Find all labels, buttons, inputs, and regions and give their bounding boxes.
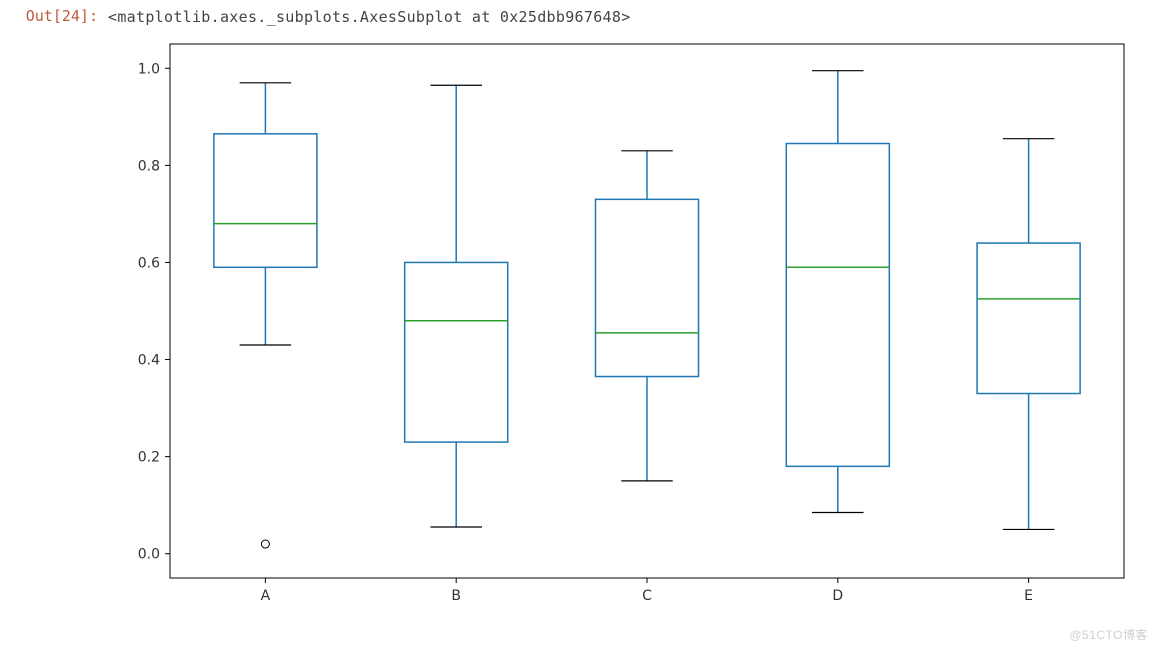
x-tick-label: A: [261, 588, 271, 604]
y-tick-label: 0.2: [138, 450, 160, 466]
box-A: [214, 134, 317, 268]
x-tick-label: C: [642, 588, 652, 604]
y-tick-label: 0.0: [138, 547, 160, 563]
y-tick-label: 1.0: [138, 61, 160, 77]
x-tick-label: E: [1024, 588, 1033, 604]
flier-A-0: [261, 540, 269, 548]
box-E: [977, 243, 1080, 393]
x-tick-label: B: [451, 588, 461, 604]
output-area: <matplotlib.axes._subplots.AxesSubplot a…: [108, 6, 1146, 649]
box-D: [786, 144, 889, 467]
y-tick-label: 0.8: [138, 158, 160, 174]
y-tick-label: 0.6: [138, 255, 160, 271]
boxplot-svg: 0.0 0.2 0.4 0.6 0.8 1.0 A B C D E: [108, 32, 1136, 620]
box-C: [595, 199, 698, 376]
axes-frame: [170, 44, 1124, 578]
box-B: [405, 262, 508, 442]
x-tick-label: D: [832, 588, 843, 604]
output-prompt: Out[24]:: [8, 6, 108, 649]
repr-text: <matplotlib.axes._subplots.AxesSubplot a…: [108, 8, 1146, 26]
y-tick-label: 0.4: [138, 353, 160, 369]
output-cell: Out[24]: <matplotlib.axes._subplots.Axes…: [0, 0, 1154, 649]
boxplot-figure: 0.0 0.2 0.4 0.6 0.8 1.0 A B C D E: [108, 32, 1136, 620]
